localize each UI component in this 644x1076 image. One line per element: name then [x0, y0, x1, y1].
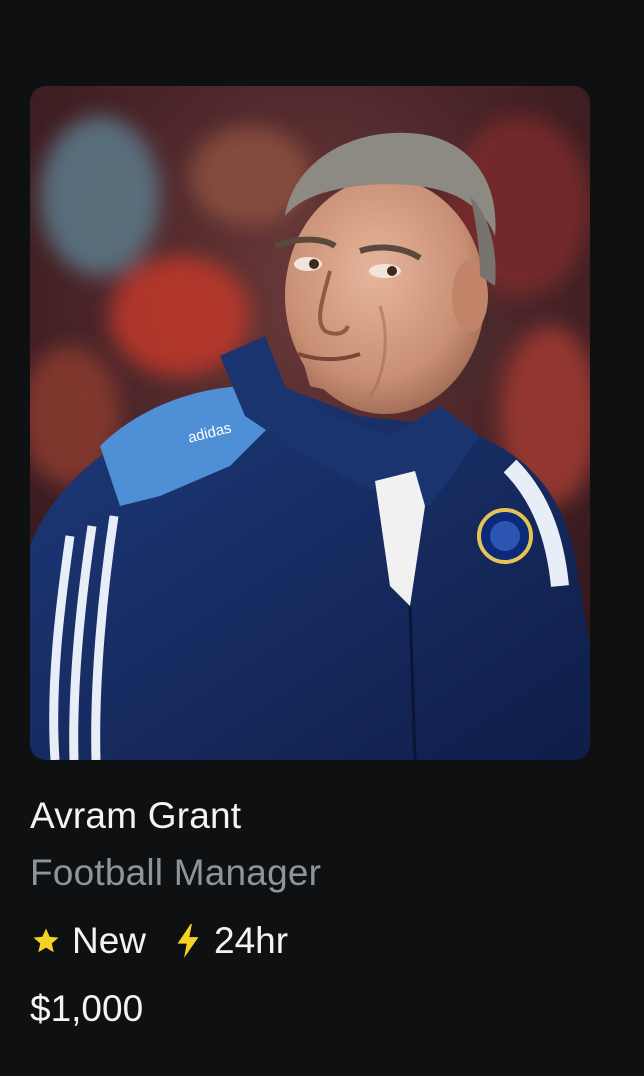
new-badge: New: [30, 920, 146, 962]
turnaround-badge: 24hr: [172, 920, 288, 962]
profile-photo[interactable]: adidas: [30, 86, 590, 760]
badge-row: New 24hr: [30, 917, 590, 965]
listing-card[interactable]: adidas Avram Grant Football Manager New …: [30, 86, 590, 1031]
turnaround-badge-label: 24hr: [214, 920, 289, 961]
listing-role: Football Manager: [30, 852, 322, 893]
star-icon: [30, 923, 62, 959]
new-badge-label: New: [72, 920, 147, 961]
price: $1,000: [30, 988, 144, 1029]
listing-name: Avram Grant: [30, 795, 242, 836]
lightning-bolt-icon: [172, 923, 204, 959]
